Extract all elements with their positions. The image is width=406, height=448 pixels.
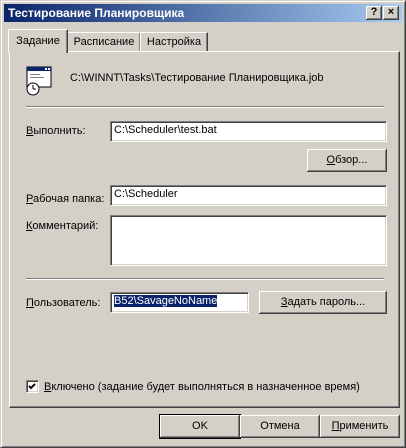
run-label-text: ыполнить: (33, 125, 86, 137)
comment-textarea[interactable] (110, 215, 387, 266)
tab-schedule-label: Расписание (73, 36, 135, 48)
tab-settings-label: Настройка (146, 36, 202, 48)
working-folder-label-text: абочая папка: (32, 193, 105, 205)
tab-settings[interactable]: Настройка (140, 32, 208, 52)
tab-task[interactable]: Задание (8, 29, 68, 53)
separator-top (26, 106, 384, 108)
tab-task-label: Задание (16, 35, 60, 47)
cancel-button[interactable]: Отмена (240, 415, 320, 438)
working-folder-label: Рабочая папка: (26, 193, 104, 205)
set-password-button-text: адать пароль... (287, 296, 366, 308)
user-input[interactable]: B52\SavageNoName (110, 292, 249, 313)
close-button[interactable]: × (383, 6, 399, 20)
user-label-text: ользователь: (33, 297, 101, 309)
set-password-button[interactable]: Задать пароль... (259, 291, 387, 314)
task-properties-dialog: Тестирование Планировщика ? × Задание Ра… (0, 0, 406, 448)
run-label: Выполнить: (26, 125, 86, 137)
browse-button-mnemonic: О (326, 154, 336, 166)
title-bar[interactable]: Тестирование Планировщика ? × (4, 4, 402, 22)
set-password-button-mnemonic: З (280, 296, 288, 308)
user-label-mnemonic: П (26, 297, 34, 309)
comment-label: Комментарий: (26, 220, 98, 232)
browse-button[interactable]: Обзор... (307, 149, 387, 172)
separator-middle (26, 278, 384, 280)
user-label: Пользователь: (26, 297, 100, 309)
tab-schedule[interactable]: Расписание (67, 32, 141, 52)
ok-button[interactable]: OK (160, 415, 240, 438)
enabled-label-text: ключено (задание будет выполняться в наз… (51, 381, 360, 393)
comment-label-text: омментарий: (32, 220, 99, 232)
run-command-input[interactable]: C:\Scheduler\test.bat (110, 121, 387, 142)
enabled-label[interactable]: Включено (задание будет выполняться в на… (44, 381, 360, 393)
working-folder-label-mnemonic: Р (26, 193, 33, 205)
window-title: Тестирование Планировщика (8, 6, 185, 20)
enabled-checkbox[interactable] (26, 380, 39, 393)
task-file-path: C:\WINNT\Tasks\Тестирование Планировщика… (70, 72, 324, 84)
user-input-value: B52\SavageNoName (114, 295, 218, 307)
browse-button-text: бзор... (335, 154, 368, 166)
help-button[interactable]: ? (366, 6, 382, 20)
apply-button[interactable]: Применить (320, 415, 400, 438)
task-tab-panel: C:\WINNT\Tasks\Тестирование Планировщика… (9, 51, 400, 408)
apply-button-text: рименить (339, 420, 389, 432)
working-folder-input[interactable]: C:\Scheduler (110, 185, 387, 206)
checkmark-icon (28, 383, 36, 390)
scheduled-task-icon (26, 65, 58, 97)
